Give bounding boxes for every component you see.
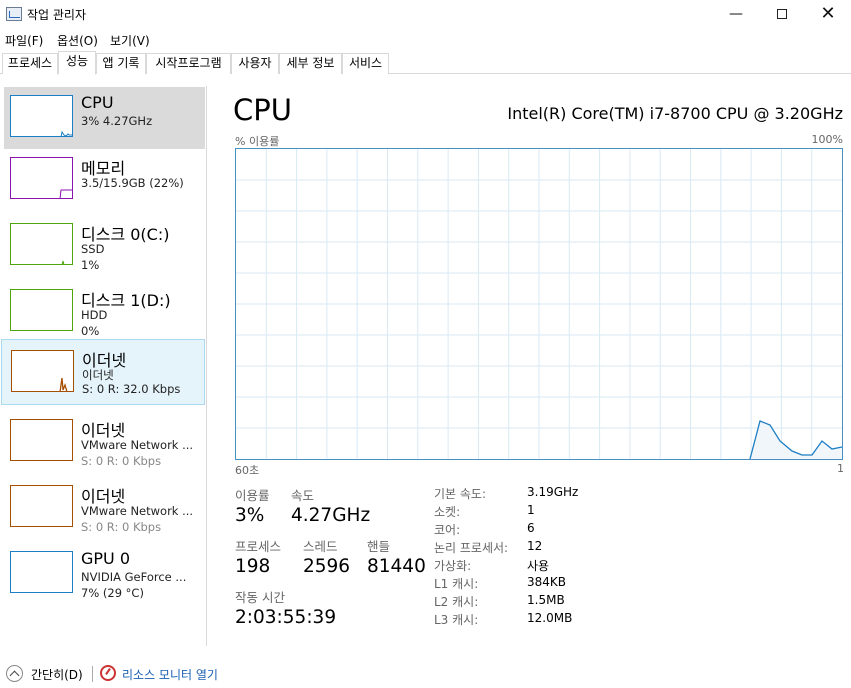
- footer: 간단히(D) 리소스 모니터 열기: [0, 660, 851, 688]
- title-bar: 작업 관리자 — ✕: [0, 0, 851, 30]
- graph-y-label: % 이용률: [235, 135, 280, 148]
- tab-processes[interactable]: 프로세스: [2, 53, 58, 74]
- tab-services[interactable]: 서비스: [342, 53, 389, 74]
- processes-value: 198: [235, 556, 271, 577]
- logical-processors-label: 논리 프로세서:: [434, 541, 509, 555]
- sidebar-item-usage: S: 0 R: 32.0 Kbps: [82, 382, 181, 396]
- menu-options[interactable]: 옵션(O): [57, 32, 98, 49]
- sidebar-item-name: GPU 0: [81, 549, 131, 568]
- fewer-details-link[interactable]: 간단히(D): [31, 666, 83, 683]
- tab-users[interactable]: 사용자: [231, 53, 279, 74]
- sidebar-item-detail: 3% 4.27GHz: [81, 114, 153, 128]
- gpu-thumbnail-graph: [10, 551, 73, 593]
- disk-thumbnail-graph: [10, 289, 73, 331]
- sidebar-item-detail: VMware Network ...: [81, 504, 194, 518]
- menu-view[interactable]: 보기(V): [110, 32, 150, 49]
- ethernet-thumbnail-graph: [11, 350, 74, 392]
- tab-app-history[interactable]: 앱 기록: [96, 53, 146, 74]
- sidebar-item-ethernet-vmware-2[interactable]: 이더넷 VMware Network ... S: 0 R: 0 Kbps: [4, 477, 205, 539]
- l2-cache-label: L2 캐시:: [434, 595, 479, 609]
- collapse-icon[interactable]: [6, 665, 23, 682]
- sockets-label: 소켓:: [434, 505, 461, 519]
- window-title: 작업 관리자: [27, 8, 87, 22]
- sidebar-item-detail: 3.5/15.9GB (22%): [81, 176, 184, 190]
- uptime-label: 작동 시간: [235, 590, 285, 605]
- sidebar-item-detail: VMware Network ...: [81, 438, 194, 452]
- l3-cache-label: L3 캐시:: [434, 613, 479, 627]
- graph-x-right-label: 1: [837, 462, 844, 475]
- cores-label: 코어:: [434, 523, 461, 537]
- page-title: CPU: [233, 93, 292, 127]
- threads-label: 스레드: [303, 539, 338, 554]
- menu-file[interactable]: 파일(F): [5, 32, 43, 49]
- maximize-button[interactable]: [759, 0, 805, 30]
- close-button[interactable]: ✕: [805, 0, 851, 30]
- sockets-value: 1: [527, 503, 535, 517]
- sidebar-item-usage: 0%: [81, 324, 100, 338]
- threads-value: 2596: [303, 556, 351, 577]
- open-resource-monitor-link[interactable]: 리소스 모니터 열기: [122, 666, 218, 683]
- virtualization-label: 가상화:: [434, 559, 472, 573]
- tab-performance[interactable]: 성능: [58, 51, 96, 75]
- l2-cache-value: 1.5MB: [527, 593, 565, 607]
- utilization-value: 3%: [235, 505, 265, 526]
- l1-cache-value: 384KB: [527, 575, 567, 589]
- handles-value: 81440: [367, 556, 426, 577]
- graph-y-max-label: 100%: [811, 133, 843, 146]
- minimize-button[interactable]: —: [713, 0, 759, 30]
- sidebar-item-usage: 7% (29 °C): [81, 586, 144, 600]
- sidebar-item-gpu[interactable]: GPU 0 NVIDIA GeForce ... 7% (29 °C): [4, 543, 205, 605]
- sidebar-item-detail: NVIDIA GeForce ...: [81, 570, 187, 584]
- handles-label: 핸들: [367, 539, 391, 554]
- utilization-label: 이용률: [235, 488, 270, 503]
- processes-label: 프로세스: [235, 539, 282, 554]
- base-speed-label: 기본 속도:: [434, 487, 487, 501]
- cpu-thumbnail-graph: [10, 95, 73, 137]
- virtualization-value: 사용: [527, 559, 550, 573]
- sidebar-item-detail: SSD: [81, 242, 105, 256]
- maximize-icon: [777, 9, 787, 19]
- sidebar-item-ethernet[interactable]: 이더넷 이더넷 S: 0 R: 32.0 Kbps: [1, 339, 205, 405]
- graph-x-left-label: 60초: [235, 464, 260, 477]
- sidebar-item-usage: S: 0 R: 0 Kbps: [81, 454, 162, 468]
- sidebar-item-disk-1[interactable]: 디스크 1(D:) HDD 0%: [4, 281, 205, 343]
- disk-thumbnail-graph: [10, 223, 73, 265]
- tab-details[interactable]: 세부 정보: [279, 53, 342, 74]
- base-speed-value: 3.19GHz: [527, 485, 579, 499]
- logical-processors-value: 12: [527, 539, 543, 553]
- l1-cache-label: L1 캐시:: [434, 577, 479, 591]
- resource-sidebar: CPU 3% 4.27GHz 메모리 3.5/15.9GB (22%) 디스크 …: [0, 86, 207, 646]
- task-manager-icon: [6, 7, 22, 21]
- sidebar-item-disk-0[interactable]: 디스크 0(C:) SSD 1%: [4, 215, 205, 277]
- cpu-graph-svg: [236, 149, 843, 460]
- menu-bar: 파일(F) 옵션(O) 보기(V): [0, 30, 851, 50]
- speed-label: 속도: [291, 488, 315, 503]
- resource-monitor-icon[interactable]: [100, 665, 116, 681]
- ethernet-thumbnail-graph: [10, 485, 73, 527]
- tab-startup[interactable]: 시작프로그램: [146, 53, 231, 74]
- l3-cache-value: 12.0MB: [527, 611, 573, 625]
- sidebar-item-name: CPU: [81, 93, 114, 112]
- sidebar-item-ethernet-vmware-1[interactable]: 이더넷 VMware Network ... S: 0 R: 0 Kbps: [4, 411, 205, 473]
- sidebar-item-detail: 이더넷: [82, 368, 114, 382]
- sidebar-item-detail: HDD: [81, 308, 108, 322]
- tab-bar: 프로세스 성능 앱 기록 시작프로그램 사용자 세부 정보 서비스: [0, 51, 851, 75]
- cpu-utilization-graph: [235, 148, 843, 460]
- sidebar-item-usage: S: 0 R: 0 Kbps: [81, 520, 162, 534]
- speed-value: 4.27GHz: [291, 505, 371, 526]
- cores-value: 6: [527, 521, 535, 535]
- cpu-model-name: Intel(R) Core(TM) i7-8700 CPU @ 3.20GHz: [507, 104, 843, 123]
- memory-thumbnail-graph: [10, 157, 73, 199]
- uptime-value: 2:03:55:39: [235, 607, 337, 628]
- footer-divider: [92, 666, 93, 682]
- ethernet-thumbnail-graph: [10, 419, 73, 461]
- sidebar-item-memory[interactable]: 메모리 3.5/15.9GB (22%): [4, 149, 205, 211]
- sidebar-item-usage: 1%: [81, 258, 100, 272]
- sidebar-item-cpu[interactable]: CPU 3% 4.27GHz: [4, 87, 205, 149]
